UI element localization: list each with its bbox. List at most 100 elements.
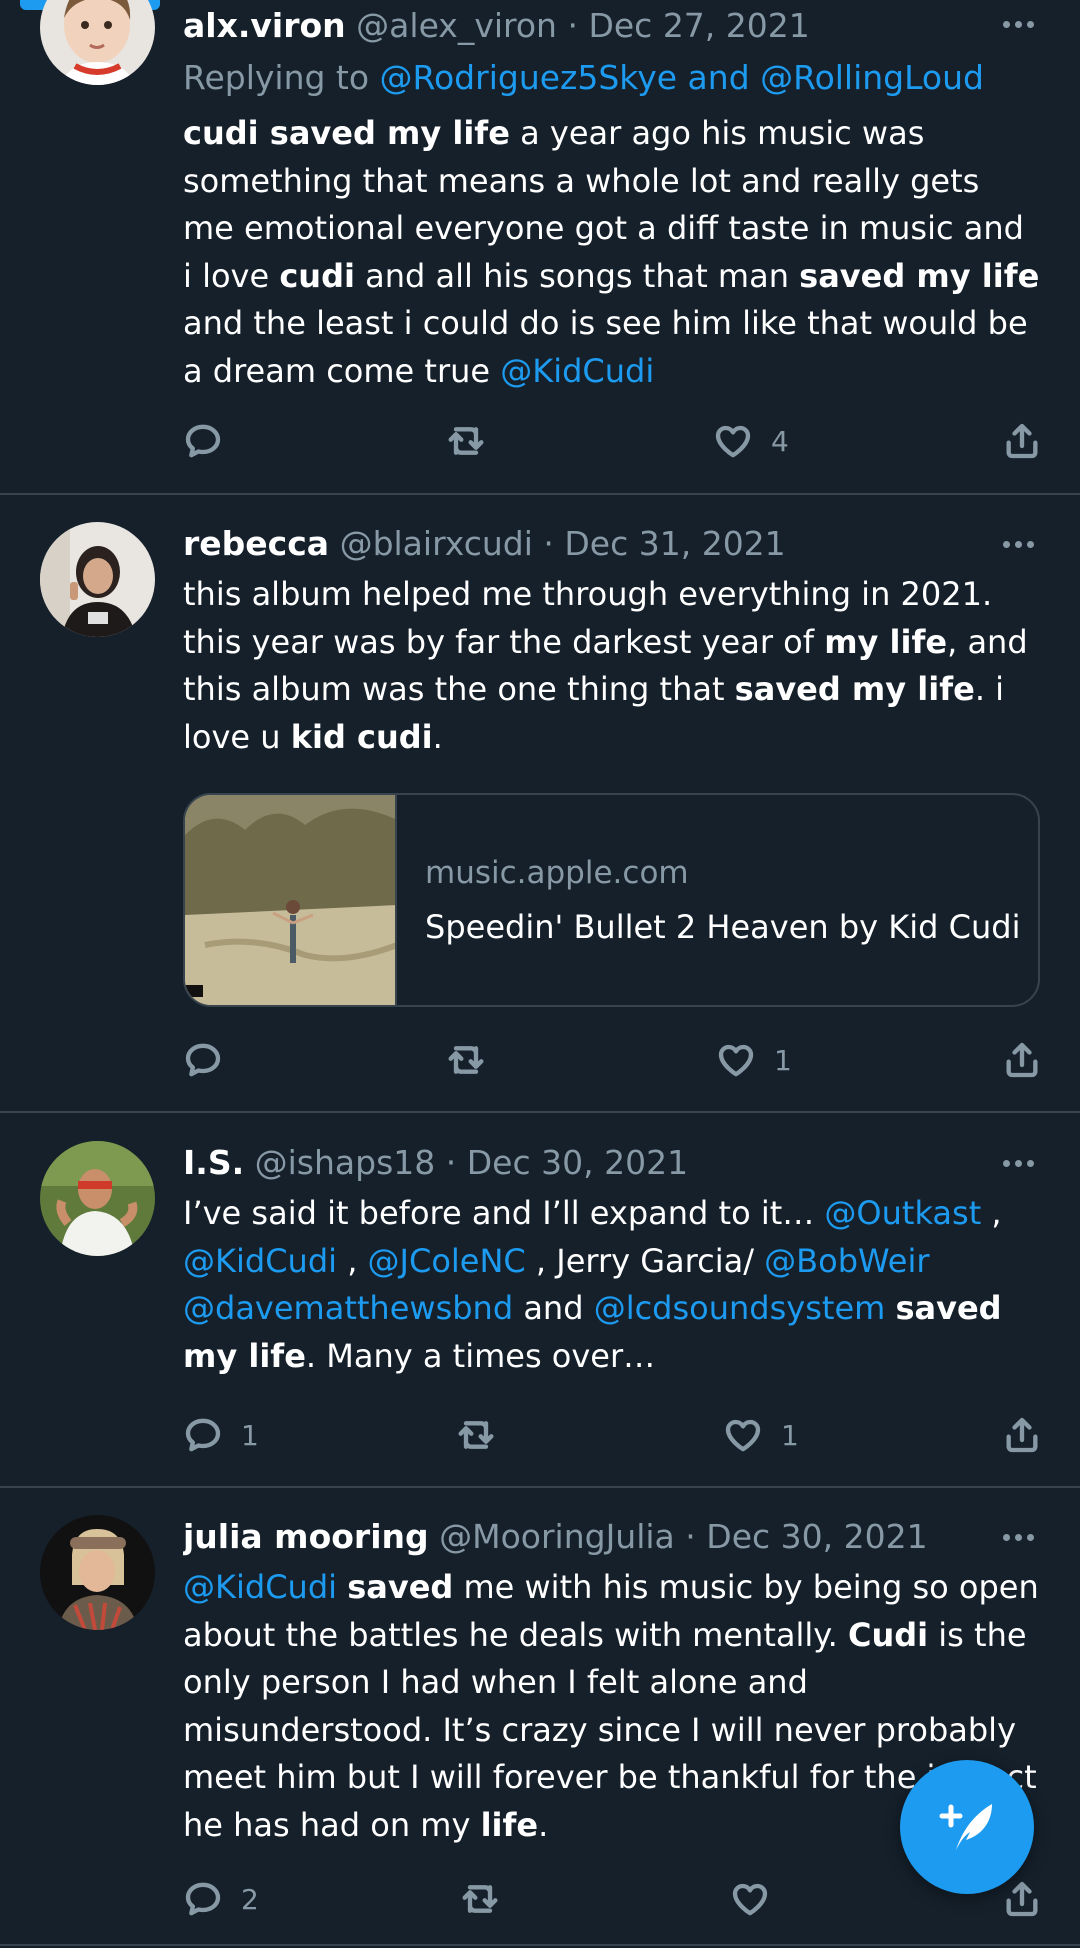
more-icon: [1002, 540, 1010, 548]
tweet-divider: [0, 1944, 1080, 1946]
share-button[interactable]: [1002, 1411, 1042, 1459]
mention-link[interactable]: @davematthewsbnd: [183, 1289, 513, 1327]
album-cover-thumbnail: [185, 795, 397, 1005]
tweet-actions: 1 1: [183, 1411, 1042, 1459]
reply-icon: [185, 424, 221, 458]
more-icon: [1002, 1159, 1010, 1167]
text-segment: ,: [981, 1194, 1002, 1232]
card-title: Speedin' Bullet 2 Heaven by Kid Cudi: [425, 908, 1021, 946]
text-segment: .: [538, 1805, 549, 1844]
more-options-button[interactable]: [998, 1141, 1038, 1185]
reply-button[interactable]: 2: [183, 1875, 259, 1923]
tweet-date[interactable]: Dec 30, 2021: [706, 1517, 927, 1556]
text-segment: and all his songs that man: [354, 256, 800, 295]
separator-dot: ·: [567, 6, 578, 45]
reply-button[interactable]: [183, 417, 241, 465]
share-button[interactable]: [1002, 417, 1042, 465]
retweet-icon: [462, 1885, 498, 1913]
mention-link[interactable]: @KidCudi: [183, 1242, 337, 1280]
replying-to: Replying to @Rodriguez5Skye and @Rolling…: [183, 56, 1040, 100]
avatar[interactable]: [40, 1515, 155, 1630]
avatar[interactable]: [40, 1141, 155, 1256]
tweet-header: julia mooring @MooringJulia · Dec 30, 20…: [183, 1515, 1040, 1559]
mention-link[interactable]: @lcdsoundsystem: [594, 1289, 886, 1327]
tweet-text: I’ve said it before and I’ll expand to i…: [183, 1190, 1040, 1380]
like-count: 1: [781, 1418, 799, 1452]
username[interactable]: @ishaps18: [255, 1143, 436, 1182]
heart-icon: [718, 1044, 754, 1077]
tweet-text: this album helped me through everything …: [183, 571, 1040, 761]
more-icon: [1002, 20, 1010, 28]
retweet-button[interactable]: [456, 1411, 514, 1459]
text-segment: , Jerry Garcia/: [525, 1241, 765, 1280]
tweet-header: I.S. @ishaps18 · Dec 30, 2021: [183, 1141, 1040, 1185]
display-name[interactable]: julia mooring: [183, 1517, 429, 1556]
display-name[interactable]: I.S.: [183, 1143, 244, 1182]
like-button[interactable]: 1: [723, 1411, 799, 1459]
separator-dot: ·: [685, 1517, 696, 1556]
tweet-text: cudi saved my life a year ago his music …: [183, 110, 1040, 395]
share-icon: [1006, 1881, 1038, 1917]
text-segment: ,: [337, 1241, 368, 1280]
replying-to-label: Replying to: [183, 58, 370, 97]
tweet-actions: 4: [183, 417, 1042, 465]
more-options-button[interactable]: [998, 2, 1038, 46]
compose-tweet-icon: [939, 1804, 992, 1850]
tweet[interactable]: alx.viron @alex_viron · Dec 27, 2021 Rep…: [0, 0, 1080, 494]
mention-link[interactable]: @KidCudi: [183, 1568, 337, 1606]
like-button[interactable]: 4: [713, 417, 789, 465]
highlighted-term: cudi saved my life: [183, 114, 510, 152]
share-icon: [1006, 1417, 1038, 1453]
username[interactable]: @alex_viron: [356, 6, 557, 45]
more-options-button[interactable]: [998, 522, 1038, 566]
separator-dot: ·: [445, 1143, 457, 1182]
mention-link[interactable]: @KidCudi: [500, 352, 654, 390]
tweet-date[interactable]: Dec 31, 2021: [564, 524, 785, 563]
highlighted-term: saved my life: [799, 256, 1040, 295]
retweet-button[interactable]: [460, 1875, 518, 1923]
retweet-button[interactable]: [446, 1036, 504, 1084]
mention-link[interactable]: @JColeNC: [368, 1242, 526, 1280]
tweet[interactable]: julia mooring @MooringJulia · Dec 30, 20…: [0, 1488, 1080, 1948]
display-name[interactable]: alx.viron: [183, 6, 346, 45]
username[interactable]: @blairxcudi: [340, 524, 533, 563]
tweet-header: alx.viron @alex_viron · Dec 27, 2021: [183, 4, 1040, 48]
tweet[interactable]: I.S. @ishaps18 · Dec 30, 2021 I’ve said …: [0, 1113, 1080, 1487]
retweet-icon: [458, 1421, 494, 1449]
tweet-date[interactable]: Dec 30, 2021: [467, 1143, 688, 1182]
like-button[interactable]: [730, 1875, 788, 1923]
retweet-button[interactable]: [446, 417, 504, 465]
text-segment: [885, 1289, 895, 1327]
share-icon: [1006, 423, 1038, 459]
more-options-button[interactable]: [998, 1515, 1038, 1559]
reply-button[interactable]: [183, 1036, 241, 1084]
text-segment: . Many a times over…: [305, 1336, 656, 1375]
highlighted-term: cudi: [279, 256, 355, 295]
mention-link[interactable]: @BobWeir: [764, 1242, 929, 1280]
replying-to-handles[interactable]: @Rodriguez5Skye and @RollingLoud: [380, 58, 984, 97]
link-preview-card[interactable]: music.apple.com Speedin' Bullet 2 Heaven…: [183, 793, 1040, 1007]
reply-button[interactable]: 1: [183, 1411, 259, 1459]
display-name[interactable]: rebecca: [183, 524, 329, 563]
tweet-date[interactable]: Dec 27, 2021: [588, 6, 809, 45]
separator-dot: ·: [543, 524, 554, 563]
like-count: 1: [774, 1043, 792, 1077]
share-button[interactable]: [1002, 1036, 1042, 1084]
mention-link[interactable]: @Outkast: [824, 1194, 981, 1232]
share-icon: [1006, 1042, 1038, 1078]
card-domain: music.apple.com: [425, 855, 689, 891]
username[interactable]: @MooringJulia: [439, 1517, 675, 1556]
like-button[interactable]: 1: [716, 1036, 792, 1084]
heart-icon: [732, 1883, 768, 1916]
tweet-actions: 1: [183, 1036, 1042, 1084]
highlighted-term: my life: [824, 622, 948, 661]
tweet[interactable]: rebecca @blairxcudi · Dec 31, 2021 this …: [0, 495, 1080, 1112]
share-button[interactable]: [1002, 1875, 1042, 1923]
compose-tweet-button[interactable]: [900, 1760, 1034, 1894]
avatar[interactable]: [40, 522, 155, 637]
text-segment: [337, 1568, 347, 1606]
highlighted-term: kid cudi: [290, 717, 433, 756]
reply-icon: [185, 1418, 221, 1452]
text-segment: I’ve said it before and I’ll expand to i…: [183, 1194, 825, 1232]
avatar[interactable]: [40, 0, 155, 85]
